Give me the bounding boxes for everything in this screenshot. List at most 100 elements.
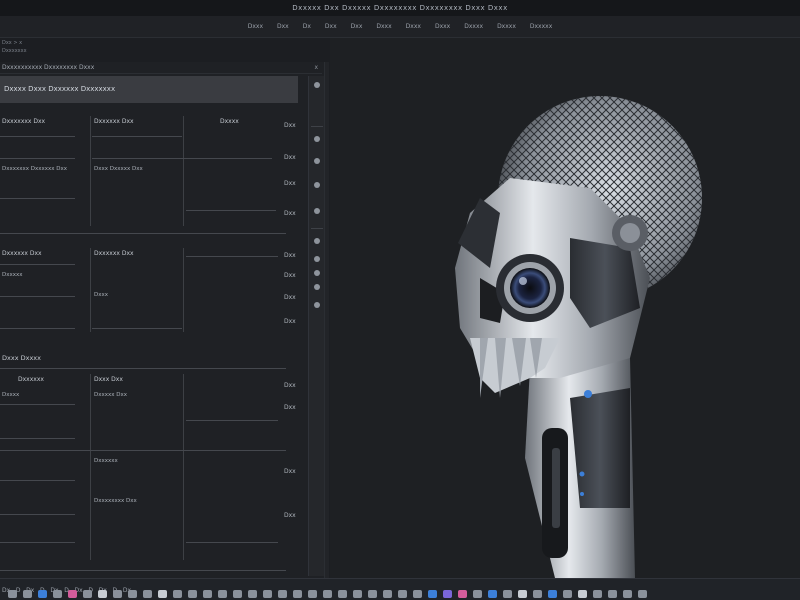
window-title: Dxxxxx Dxx Dxxxxx Dxxxxxxxx Dxxxxxxxx Dx…	[292, 4, 508, 12]
divider	[0, 570, 286, 571]
app-icon[interactable]	[218, 590, 227, 598]
section2-col-0: Dxxxxxx Dxx	[2, 250, 42, 257]
tool-icon[interactable]	[314, 284, 320, 290]
app-icon[interactable]	[443, 590, 452, 598]
tool-icon[interactable]	[314, 136, 320, 142]
section2-value-2[interactable]: Dxx	[284, 294, 296, 301]
close-icon[interactable]: x	[314, 62, 318, 74]
app-icon[interactable]	[263, 590, 272, 598]
section1-value-3[interactable]: Dxx	[284, 210, 296, 217]
section2-value-0[interactable]: Dxx	[284, 252, 296, 259]
menu-item-0[interactable]: Dxxx	[246, 23, 265, 30]
app-icon[interactable]	[158, 590, 167, 598]
app-icon[interactable]	[98, 590, 107, 598]
section1-value-0[interactable]: Dxx	[284, 122, 296, 129]
section2-col-1: Dxxxxxx Dxx	[94, 250, 134, 257]
menu-item-9[interactable]: Dxxxx	[495, 23, 518, 30]
divider	[186, 420, 278, 421]
app-icon[interactable]	[638, 590, 647, 598]
app-icon[interactable]	[143, 590, 152, 598]
divider	[311, 126, 323, 127]
section3-value-3[interactable]: Dxx	[284, 512, 296, 519]
menu-item-10[interactable]: Dxxxxx	[528, 23, 554, 30]
app-icon[interactable]	[383, 590, 392, 598]
divider	[92, 158, 272, 159]
app-icon[interactable]	[203, 590, 212, 598]
app-icon[interactable]	[503, 590, 512, 598]
tool-icon[interactable]	[314, 302, 320, 308]
section3-col-0: Dxxxxxx	[18, 376, 44, 383]
menu-item-2[interactable]: Dx	[301, 23, 313, 30]
tool-icon[interactable]	[314, 208, 320, 214]
breadcrumb-item-1[interactable]: Dxxxxxxx	[2, 48, 27, 56]
app-icon[interactable]	[8, 590, 17, 598]
menu-item-8[interactable]: Dxxxx	[462, 23, 485, 30]
app-icon[interactable]	[68, 590, 77, 598]
section3-value-0[interactable]: Dxx	[284, 382, 296, 389]
app-icon[interactable]	[293, 590, 302, 598]
app-icon[interactable]	[308, 590, 317, 598]
section1-value-2[interactable]: Dxx	[284, 180, 296, 187]
menu-item-7[interactable]: Dxxx	[433, 23, 452, 30]
tool-icon[interactable]	[314, 182, 320, 188]
divider	[0, 136, 75, 137]
app-icon[interactable]	[518, 590, 527, 598]
menu-item-4[interactable]: Dxx	[349, 23, 365, 30]
app-icon[interactable]	[563, 590, 572, 598]
app-icon[interactable]	[458, 590, 467, 598]
section2-value-1[interactable]: Dxx	[284, 272, 296, 279]
app-icon[interactable]	[323, 590, 332, 598]
app-icon[interactable]	[353, 590, 362, 598]
panel-header: Dxxxxxxxxxx Dxxxxxxxx Dxxx x	[0, 62, 322, 74]
taskbar-app-icons	[0, 587, 800, 600]
menu-item-5[interactable]: Dxxx	[374, 23, 393, 30]
app-icon[interactable]	[53, 590, 62, 598]
divider	[90, 116, 91, 226]
scrollbar[interactable]	[325, 62, 329, 582]
app-icon[interactable]	[128, 590, 137, 598]
tool-icon[interactable]	[314, 238, 320, 244]
taskbar: Dx D Dx D Dx D Dx D Dx D Dx	[0, 578, 800, 600]
canvas-area[interactable]	[330, 38, 800, 578]
tool-icon[interactable]	[314, 158, 320, 164]
section1-value-1[interactable]: Dxx	[284, 154, 296, 161]
app-icon[interactable]	[38, 590, 47, 598]
section-divider	[0, 368, 286, 369]
app-icon[interactable]	[608, 590, 617, 598]
app-icon[interactable]	[473, 590, 482, 598]
menu-item-6[interactable]: Dxxx	[404, 23, 423, 30]
app-icon[interactable]	[23, 590, 32, 598]
app-icon[interactable]	[488, 590, 497, 598]
app-icon[interactable]	[623, 590, 632, 598]
app-icon[interactable]	[533, 590, 542, 598]
menu-item-3[interactable]: Dxx	[323, 23, 339, 30]
app-icon[interactable]	[278, 590, 287, 598]
app-icon[interactable]	[413, 590, 422, 598]
divider	[183, 248, 184, 332]
menu-item-1[interactable]: Dxx	[275, 23, 291, 30]
tool-icon[interactable]	[314, 270, 320, 276]
section3-value-1[interactable]: Dxx	[284, 404, 296, 411]
app-icon[interactable]	[173, 590, 182, 598]
app-icon[interactable]	[233, 590, 242, 598]
tool-icon[interactable]	[314, 82, 320, 88]
breadcrumb-item-0[interactable]: Dxx > x	[2, 40, 27, 48]
section3-value-2[interactable]: Dxx	[284, 468, 296, 475]
app-icon[interactable]	[368, 590, 377, 598]
app-icon[interactable]	[578, 590, 587, 598]
app-icon[interactable]	[398, 590, 407, 598]
divider	[92, 136, 182, 137]
tool-icon[interactable]	[314, 256, 320, 262]
app-icon[interactable]	[428, 590, 437, 598]
app-icon[interactable]	[83, 590, 92, 598]
app-icon[interactable]	[593, 590, 602, 598]
divider	[0, 514, 75, 515]
divider	[0, 264, 75, 265]
app-icon[interactable]	[188, 590, 197, 598]
app-icon[interactable]	[548, 590, 557, 598]
section1-row-label-2: Dxxx Dxxxxx Dxx	[94, 166, 143, 172]
app-icon[interactable]	[113, 590, 122, 598]
app-icon[interactable]	[338, 590, 347, 598]
app-icon[interactable]	[248, 590, 257, 598]
section2-value-3[interactable]: Dxx	[284, 318, 296, 325]
